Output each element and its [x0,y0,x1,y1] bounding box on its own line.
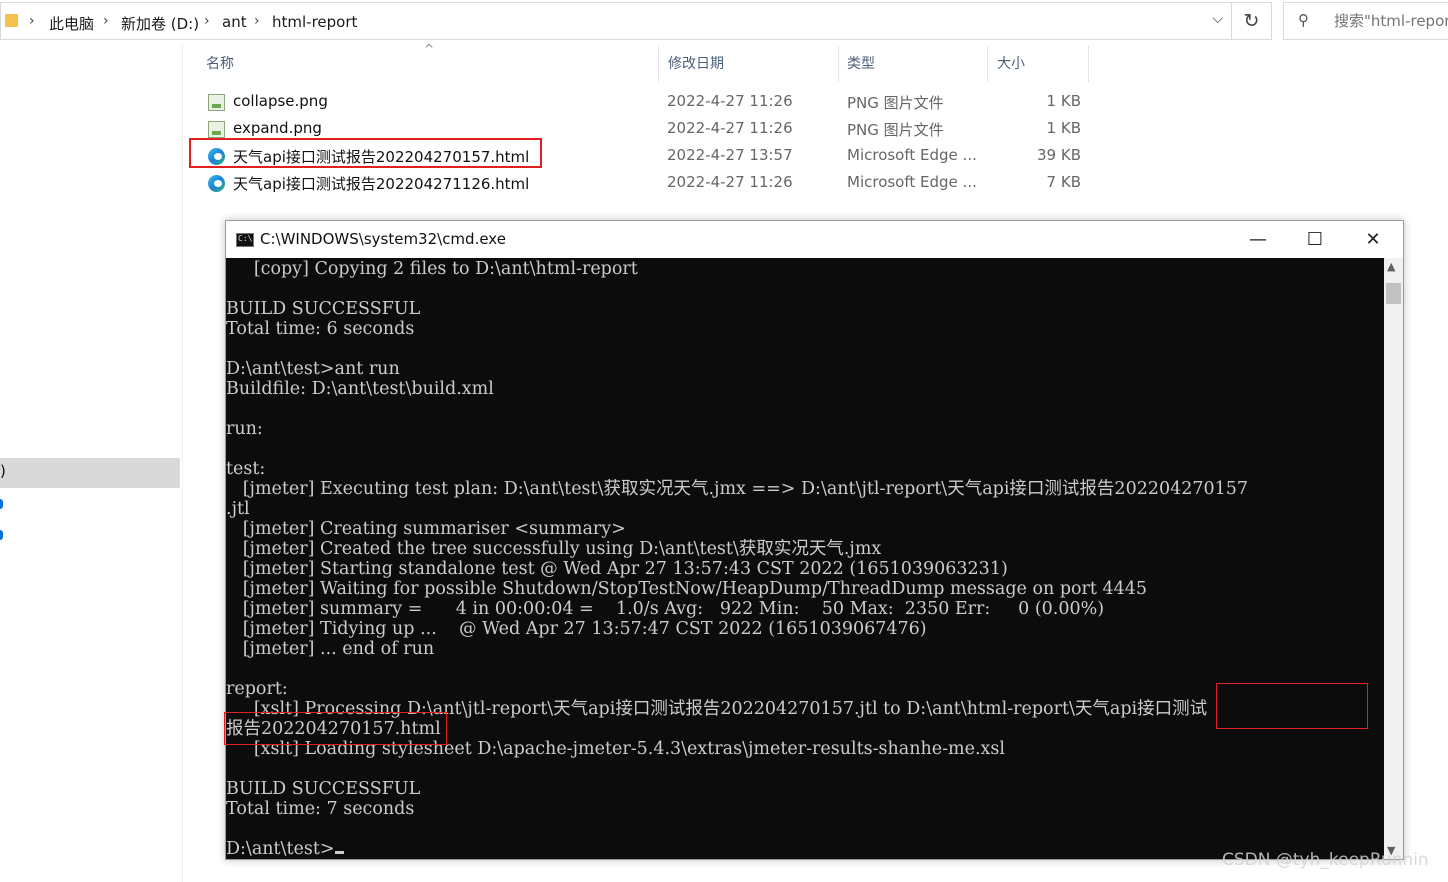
cmd-console[interactable]: [copy] Copying 2 files to D:\ant\html-re… [226,258,1384,859]
file-date: 2022-4-27 11:26 [667,173,793,191]
console-line: [jmeter] summary = 4 in 00:00:04 = 1.0/s… [226,599,1105,619]
breadcrumb-ant[interactable]: ant [222,13,247,31]
refresh-icon: ↻ [1243,10,1260,32]
console-line: D:\ant\test> [226,839,335,859]
file-type: Microsoft Edge ... [847,173,977,191]
file-date: 2022-4-27 13:57 [667,146,793,164]
cmd-app-icon: C:\ [236,233,254,247]
nav-item-selected[interactable]: ) [0,458,180,488]
nav-item-icon[interactable] [0,499,3,509]
file-list-header: 名称 修改日期 类型 大小 [196,46,1096,82]
text-cursor [334,851,344,854]
refresh-button[interactable]: ↻ [1232,2,1272,40]
console-line: [copy] Copying 2 files to D:\ant\html-re… [226,259,638,279]
nav-item-icon[interactable] [0,530,3,540]
console-line: [jmeter] Starting standalone test @ Wed … [226,559,1008,579]
console-line: [jmeter] Executing test plan: D:\ant\tes… [226,479,1249,499]
navigation-pane: ) [0,44,183,882]
maximize-button[interactable]: ☐ [1286,221,1344,258]
breadcrumb-this-pc[interactable]: 此电脑 [49,13,94,34]
scrollbar-thumb[interactable] [1386,283,1401,304]
console-line: D:\ant\test>ant run [226,359,400,379]
scroll-up-icon[interactable]: ▲ [1387,260,1395,273]
file-name: expand.png [233,119,322,137]
png-file-icon [208,94,225,111]
file-date: 2022-4-27 11:26 [667,119,793,137]
file-name: collapse.png [233,92,328,110]
file-size: 1 KB [1046,92,1081,110]
nav-item-label: ) [0,462,6,480]
file-row[interactable]: collapse.png 2022-4-27 11:26 PNG 图片文件 1 … [196,89,1096,116]
search-icon: ⚲ [1298,11,1309,29]
file-size: 39 KB [1037,146,1081,164]
chevron-right-icon[interactable]: › [254,13,260,29]
cmd-app-icon-label: C:\ [238,234,253,243]
console-line: [jmeter] Created the tree successfully u… [226,539,882,559]
console-line: BUILD SUCCESSFUL [226,299,421,319]
column-header-size[interactable]: 大小 [987,46,1087,82]
console-line: Total time: 6 seconds [226,319,415,339]
vertical-scrollbar[interactable]: ▲ ▼ [1384,258,1403,859]
console-line: report: [226,679,288,699]
edge-html-icon [208,175,225,192]
breadcrumb-drive-d[interactable]: 新加卷 (D:) [121,13,199,34]
sort-ascending-icon: ^ [424,42,435,56]
close-button[interactable]: ✕ [1344,221,1402,258]
column-divider[interactable] [1088,46,1089,82]
explorer-address-row: › 此电脑 › 新加卷 (D:) › ant › html-report ⌵ ↻… [0,0,1448,44]
column-header-type[interactable]: 类型 [837,46,987,82]
console-line: BUILD SUCCESSFUL [226,779,421,799]
console-line: [jmeter] ... end of run [226,639,435,659]
file-row[interactable]: 天气api接口测试报告202204271126.html 2022-4-27 1… [196,170,1096,197]
console-line: [jmeter] Waiting for possible Shutdown/S… [226,579,1148,599]
file-size: 1 KB [1046,119,1081,137]
file-type: Microsoft Edge ... [847,146,977,164]
watermark: CSDN @tyh_keepRunnin [1222,850,1429,870]
cmd-window-title: C:\WINDOWS\system32\cmd.exe [260,230,506,248]
console-line: [jmeter] Tidying up ... @ Wed Apr 27 13:… [226,619,927,639]
file-date: 2022-4-27 11:26 [667,92,793,110]
chevron-down-icon[interactable]: ⌵ [1212,11,1223,27]
highlight-annotation-box [1216,683,1368,729]
png-file-icon [208,121,225,138]
cmd-window[interactable]: C:\ C:\WINDOWS\system32\cmd.exe — ☐ ✕ [c… [225,220,1404,860]
column-header-date[interactable]: 修改日期 [658,46,838,82]
console-line: .jtl [226,499,250,519]
console-line: [jmeter] Creating summariser <summary> [226,519,626,539]
file-type: PNG 图片文件 [847,94,944,112]
minimize-button[interactable]: — [1229,221,1287,258]
console-line: Total time: 7 seconds [226,799,415,819]
chevron-right-icon[interactable]: › [103,13,109,29]
address-bar[interactable]: › 此电脑 › 新加卷 (D:) › ant › html-report ⌵ [0,2,1232,40]
breadcrumb-html-report[interactable]: html-report [272,13,357,31]
console-line: test: [226,459,266,479]
search-input[interactable] [1332,11,1448,31]
chevron-right-icon[interactable]: › [204,13,210,29]
search-box[interactable]: ⚲ [1283,2,1448,40]
highlight-annotation-box [224,712,447,745]
file-size: 7 KB [1046,173,1081,191]
file-type: PNG 图片文件 [847,121,944,139]
folder-icon [5,14,18,27]
console-output: [copy] Copying 2 files to D:\ant\html-re… [226,259,1248,859]
file-name: 天气api接口测试报告202204271126.html [233,175,530,193]
console-line: Buildfile: D:\ant\test\build.xml [226,379,494,399]
cmd-titlebar[interactable]: C:\ C:\WINDOWS\system32\cmd.exe — ☐ ✕ [226,221,1403,258]
chevron-right-icon[interactable]: › [29,13,35,29]
console-line: run: [226,419,263,439]
highlight-annotation-box [189,138,542,168]
